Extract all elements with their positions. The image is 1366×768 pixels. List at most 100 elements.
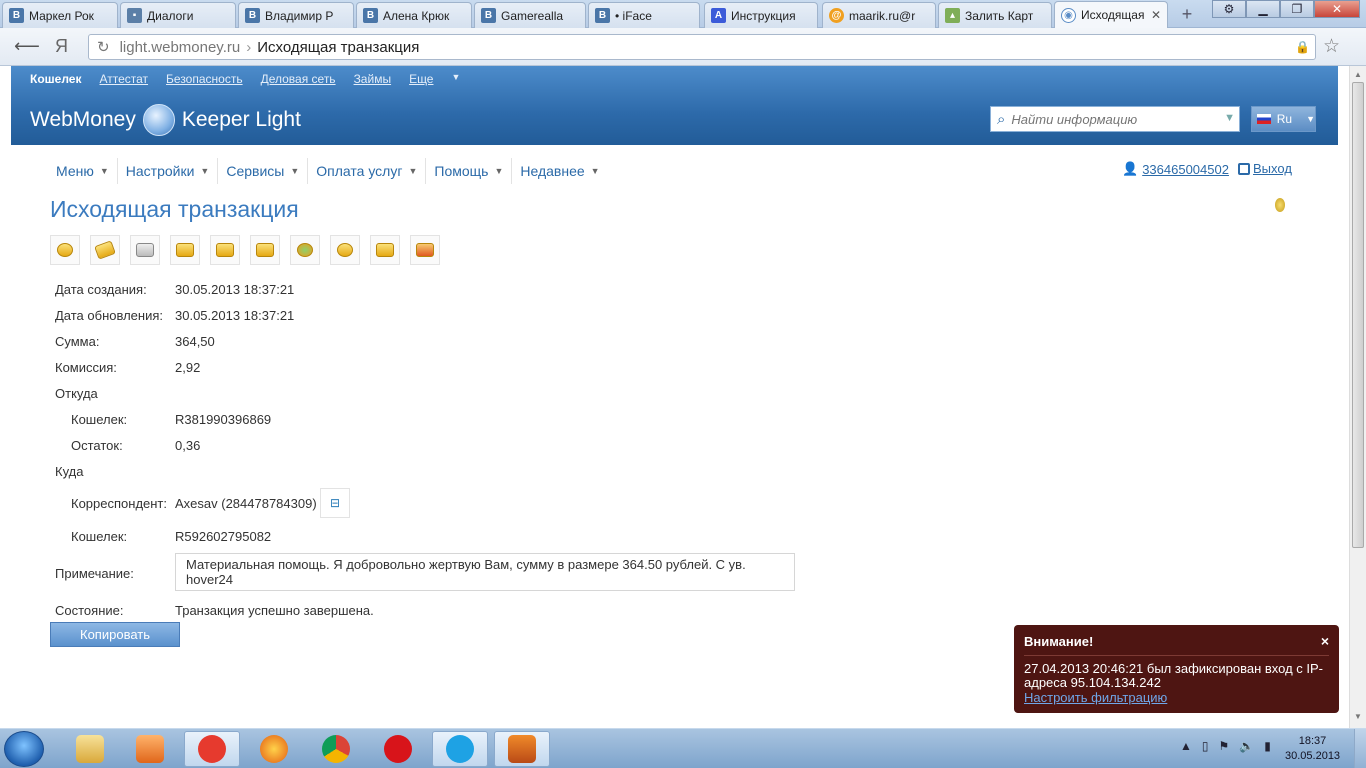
- scroll-thumb[interactable]: [1352, 82, 1364, 548]
- top-nav-loans[interactable]: Займы: [354, 72, 392, 86]
- taskbar-clock[interactable]: 18:37 30.05.2013: [1285, 734, 1340, 764]
- network-icon[interactable]: ▮: [1264, 739, 1271, 753]
- taskbar-game[interactable]: [494, 731, 550, 767]
- chevron-down-icon: ▼: [99, 166, 109, 176]
- correspondent-info-button[interactable]: ⊟: [320, 488, 350, 518]
- menu-item-help[interactable]: Помощь ▼: [426, 158, 513, 184]
- taskbar-firefox[interactable]: [246, 731, 302, 767]
- notification-title: Внимание!: [1024, 634, 1329, 656]
- archive-button[interactable]: [370, 235, 400, 265]
- url-input[interactable]: ↻ light.webmoney.ru › Исходящая транзакц…: [88, 34, 1316, 60]
- new-tab-button[interactable]: +: [1176, 3, 1198, 25]
- browser-tab-4[interactable]: В Алена Крюк: [356, 2, 472, 28]
- close-window-icon[interactable]: ✕: [1314, 0, 1360, 18]
- correspondent-label: Корреспондент:: [71, 496, 168, 511]
- webmoney-logo[interactable]: WebMoney Keeper Light: [30, 104, 301, 136]
- taskbar-yandex-browser[interactable]: [184, 731, 240, 767]
- page-title: Исходящая транзакция: [50, 196, 299, 222]
- media-player-icon: [136, 735, 164, 763]
- remove-invoice-button[interactable]: [250, 235, 280, 265]
- close-tab-icon[interactable]: ✕: [1151, 8, 1161, 22]
- exit-link[interactable]: Выход: [1238, 161, 1292, 176]
- filter-settings-link[interactable]: Настроить фильтрацию: [1024, 690, 1167, 705]
- menu-item-services[interactable]: Сервисы ▼: [218, 158, 309, 184]
- globe-icon: [142, 104, 175, 136]
- chrome-icon: [322, 735, 350, 763]
- menu-item-menu[interactable]: Меню ▼: [48, 158, 118, 184]
- top-nav-more[interactable]: Еще: [409, 72, 433, 86]
- browser-tab-2[interactable]: ▪ Диалоги: [120, 2, 236, 28]
- taskbar-chrome[interactable]: [308, 731, 364, 767]
- trust-button[interactable]: [330, 235, 360, 265]
- tree-icon: ⊟: [329, 496, 341, 510]
- tray-expand-icon[interactable]: ▲: [1180, 739, 1192, 753]
- volume-icon[interactable]: 🔈: [1239, 739, 1254, 753]
- contacts-button[interactable]: [50, 235, 80, 265]
- scroll-down-icon[interactable]: ▼: [1354, 712, 1362, 721]
- amount-label: Сумма:: [55, 334, 100, 349]
- user-wmid: 👤 336465004502: [1122, 161, 1229, 177]
- wm-header: Кошелек Аттестат Безопасность Деловая се…: [11, 66, 1338, 145]
- browser-tab-6[interactable]: В • iFace: [588, 2, 700, 28]
- taskbar-skype[interactable]: [432, 731, 488, 767]
- yandex-icon[interactable]: Я: [55, 36, 68, 57]
- to-wallet-value: R592602795082: [175, 529, 272, 544]
- minimize-icon[interactable]: ▁: [1246, 0, 1280, 18]
- add-invoice-button[interactable]: [210, 235, 240, 265]
- add-invoice-icon: [216, 243, 234, 257]
- menu-item-recent[interactable]: Недавнее ▼: [512, 158, 607, 184]
- taskbar-explorer[interactable]: [62, 731, 118, 767]
- tray-flag-icon[interactable]: ⚑: [1219, 739, 1230, 753]
- message-button[interactable]: [170, 235, 200, 265]
- tray-device-icon[interactable]: ▯: [1202, 739, 1209, 753]
- scroll-up-icon[interactable]: ▲: [1354, 70, 1362, 79]
- skype-icon: [446, 735, 474, 763]
- taskbar-opera[interactable]: [370, 731, 426, 767]
- page-scrollbar[interactable]: ▲ ▼: [1349, 66, 1366, 728]
- state-value: Транзакция успешно завершена.: [175, 603, 374, 618]
- browser-tab-active[interactable]: ◉ Исходящая ✕: [1054, 1, 1168, 28]
- browser-tab-9[interactable]: ▴ Залить Карт: [938, 2, 1052, 28]
- tab-label: • iFace: [615, 8, 652, 23]
- coin-icon[interactable]: [1275, 198, 1285, 212]
- close-icon[interactable]: ×: [1321, 633, 1329, 649]
- restore-icon[interactable]: ❐: [1280, 0, 1314, 18]
- vk-icon: В: [595, 8, 610, 23]
- search-input[interactable]: [1011, 111, 1212, 127]
- wallet-button[interactable]: [90, 235, 120, 265]
- refresh-icon[interactable]: ↻: [97, 38, 110, 56]
- start-button[interactable]: [4, 731, 44, 767]
- language-select[interactable]: Ru ▼: [1251, 106, 1316, 132]
- browser-tab-3[interactable]: В Владимир Р: [238, 2, 354, 28]
- top-nav-attestat[interactable]: Аттестат: [99, 72, 148, 86]
- search-icon[interactable]: ⌕: [997, 111, 1005, 128]
- chevron-down-icon[interactable]: ▼: [1224, 112, 1235, 124]
- url-separator: ›: [246, 38, 252, 56]
- copy-button[interactable]: Копировать: [50, 622, 180, 647]
- browser-tab-7[interactable]: A Инструкция: [704, 2, 818, 28]
- back-arrow-icon[interactable]: ⟵: [14, 36, 40, 57]
- menu-item-payments[interactable]: Оплата услуг ▼: [308, 158, 427, 184]
- user-id-link[interactable]: 336465004502: [1142, 162, 1229, 177]
- add-contact-button[interactable]: [290, 235, 320, 265]
- address-bar: ⟵ Я ↻ light.webmoney.ru › Исходящая тран…: [0, 28, 1366, 66]
- print-button[interactable]: [130, 235, 160, 265]
- bookmark-star-icon[interactable]: ☆: [1323, 35, 1340, 58]
- transfer-button[interactable]: [410, 235, 440, 265]
- menu-item-settings[interactable]: Настройки ▼: [118, 158, 219, 184]
- top-nav-wallet[interactable]: Кошелек: [30, 72, 81, 86]
- top-nav-security[interactable]: Безопасность: [166, 72, 243, 86]
- from-wallet-value: R381990396869: [175, 412, 272, 427]
- browser-tab-8[interactable]: @ maarik.ru@r: [822, 2, 936, 28]
- lock-icon[interactable]: 🔒: [1295, 40, 1310, 54]
- browser-tab-5[interactable]: В Gamerealla: [474, 2, 586, 28]
- chevron-down-icon: ▼: [290, 166, 300, 176]
- browser-tab-strip: В Маркел Рок ▪ Диалоги В Владимир Р В Ал…: [0, 0, 1366, 28]
- chevron-down-icon[interactable]: ▼: [451, 72, 460, 86]
- settings-icon[interactable]: ⚙: [1212, 0, 1246, 18]
- browser-tab-1[interactable]: В Маркел Рок: [2, 2, 118, 28]
- taskbar-media-player[interactable]: [122, 731, 178, 767]
- menu-label: Недавнее: [520, 163, 585, 179]
- show-desktop-button[interactable]: [1354, 729, 1366, 768]
- top-nav-business[interactable]: Деловая сеть: [261, 72, 336, 86]
